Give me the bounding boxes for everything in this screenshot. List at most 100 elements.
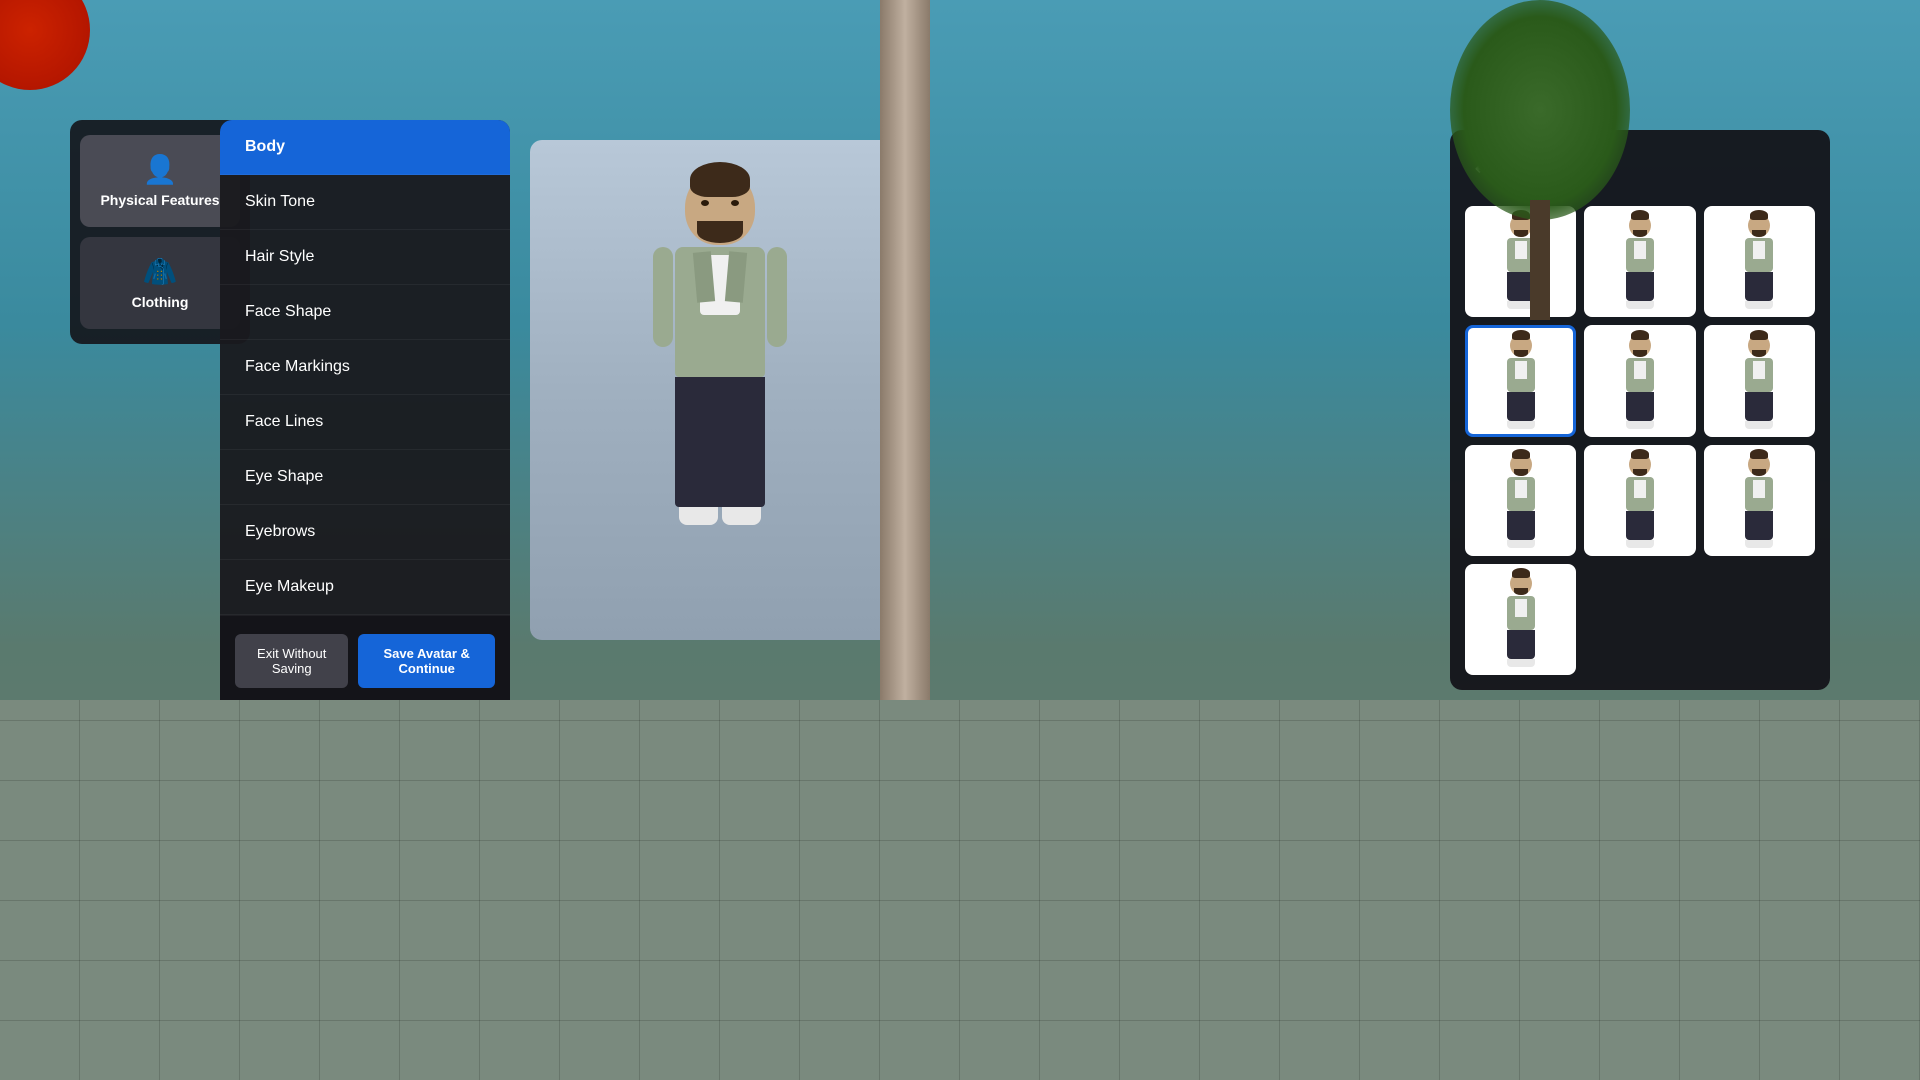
mini-beard-6 — [1752, 350, 1766, 357]
grid-item-3[interactable] — [1704, 206, 1815, 317]
menu-item-face-markings[interactable]: Face Markings — [220, 340, 510, 395]
avatar-leg-right — [722, 377, 761, 507]
physical-features-label: Physical Features — [100, 192, 219, 208]
grid-item-empty-1 — [1584, 564, 1695, 675]
mini-hair-5 — [1631, 330, 1649, 340]
mini-shirt-3 — [1753, 241, 1765, 259]
mini-shoes-7 — [1507, 540, 1535, 548]
avatar-shoes — [675, 507, 765, 525]
mini-shirt-10 — [1515, 599, 1527, 617]
mini-hair-9 — [1750, 449, 1768, 459]
grid-item-8[interactable] — [1584, 445, 1695, 556]
menu-item-skin-tone[interactable]: Skin Tone — [220, 175, 510, 230]
mini-beard-3 — [1752, 230, 1766, 237]
mini-beard-5 — [1633, 350, 1647, 357]
mini-body-6 — [1745, 358, 1773, 392]
mini-body-10 — [1507, 596, 1535, 630]
grid-item-9[interactable] — [1704, 445, 1815, 556]
mini-beard-8 — [1633, 469, 1647, 476]
avatar-figure — [590, 160, 850, 620]
grid-item-10[interactable] — [1465, 564, 1576, 675]
mini-shoes-4 — [1507, 421, 1535, 429]
mini-head-6 — [1748, 334, 1770, 357]
mini-avatar-9 — [1732, 453, 1787, 548]
avatar-pants — [675, 377, 765, 507]
mini-pants-7 — [1507, 511, 1535, 540]
mini-hair-8 — [1631, 449, 1649, 459]
avatar-shoe-right — [722, 507, 761, 525]
avatar-arm-right — [767, 247, 787, 347]
mini-hair-4 — [1512, 330, 1530, 340]
mini-head-4 — [1510, 334, 1532, 357]
mini-head-8 — [1629, 453, 1651, 476]
floor-tiles — [0, 700, 1920, 1080]
mini-beard-4 — [1514, 350, 1528, 357]
category-item-physical-features[interactable]: 👤 Physical Features — [80, 135, 240, 227]
exit-button[interactable]: Exit Without Saving — [235, 634, 348, 688]
avatar-arms — [653, 247, 787, 357]
tree-trunk — [1530, 200, 1550, 320]
mini-pants-9 — [1745, 511, 1773, 540]
mini-pants-10 — [1507, 630, 1535, 659]
mini-head-9 — [1748, 453, 1770, 476]
mini-body-4 — [1507, 358, 1535, 392]
avatar-eye-right — [731, 200, 739, 206]
mini-avatar-7 — [1493, 453, 1548, 548]
mini-shirt-5 — [1634, 361, 1646, 379]
mini-beard-10 — [1514, 588, 1528, 595]
mini-hair-10 — [1512, 568, 1530, 578]
mini-hair-7 — [1512, 449, 1530, 459]
menu-item-face-shape[interactable]: Face Shape — [220, 285, 510, 340]
menu-item-face-lines[interactable]: Face Lines — [220, 395, 510, 450]
mini-pants-3 — [1745, 272, 1773, 301]
tree-decoration — [1440, 0, 1640, 320]
avatar-shoe-left — [679, 507, 718, 525]
category-item-clothing[interactable]: 🧥 Clothing — [80, 237, 240, 329]
mini-shoes-3 — [1745, 301, 1773, 309]
avatar-body — [675, 247, 765, 377]
left-panel: Body Skin Tone Hair Style Face Shape Fac… — [220, 120, 510, 773]
avatar-head — [685, 170, 755, 245]
mini-beard-7 — [1514, 469, 1528, 476]
mini-hair-6 — [1750, 330, 1768, 340]
mini-shoes-9 — [1745, 540, 1773, 548]
menu-item-eyebrows[interactable]: Eyebrows — [220, 505, 510, 560]
mini-head-3 — [1748, 214, 1770, 237]
grid-item-6[interactable] — [1704, 325, 1815, 436]
grid-item-empty-2 — [1704, 564, 1815, 675]
mini-avatar-8 — [1612, 453, 1667, 548]
mini-pants-6 — [1745, 392, 1773, 421]
mini-shoes-6 — [1745, 421, 1773, 429]
mini-body-9 — [1745, 477, 1773, 511]
mini-shirt-7 — [1515, 480, 1527, 498]
grid-item-4[interactable] — [1465, 325, 1576, 436]
mini-avatar-10 — [1493, 572, 1548, 667]
menu-item-eye-makeup[interactable]: Eye Makeup — [220, 560, 510, 615]
mini-shirt-8 — [1634, 480, 1646, 498]
mini-shirt-9 — [1753, 480, 1765, 498]
mini-shirt-4 — [1515, 361, 1527, 379]
avatar-leg-left — [679, 377, 718, 507]
physical-features-icon: 👤 — [90, 153, 230, 186]
mini-pants-5 — [1626, 392, 1654, 421]
clothing-icon: 🧥 — [90, 255, 230, 288]
action-buttons: Exit Without Saving Save Avatar & Contin… — [235, 634, 495, 688]
save-button[interactable]: Save Avatar & Continue — [358, 634, 495, 688]
mini-avatar-4 — [1493, 334, 1548, 429]
pillar-left — [880, 0, 930, 700]
mini-avatar-3 — [1732, 214, 1787, 309]
mini-body-7 — [1507, 477, 1535, 511]
grid-item-5[interactable] — [1584, 325, 1695, 436]
mini-body-3 — [1745, 238, 1773, 272]
menu-item-eye-shape[interactable]: Eye Shape — [220, 450, 510, 505]
mini-pants-4 — [1507, 392, 1535, 421]
grid-item-7[interactable] — [1465, 445, 1576, 556]
mini-head-7 — [1510, 453, 1532, 476]
mini-head-10 — [1510, 572, 1532, 595]
menu-item-body[interactable]: Body — [220, 120, 510, 175]
menu-item-hair-style[interactable]: Hair Style — [220, 230, 510, 285]
mini-shoes-8 — [1626, 540, 1654, 548]
mini-shoes-10 — [1507, 659, 1535, 667]
mini-beard-9 — [1752, 469, 1766, 476]
avatar-hair — [690, 162, 750, 197]
